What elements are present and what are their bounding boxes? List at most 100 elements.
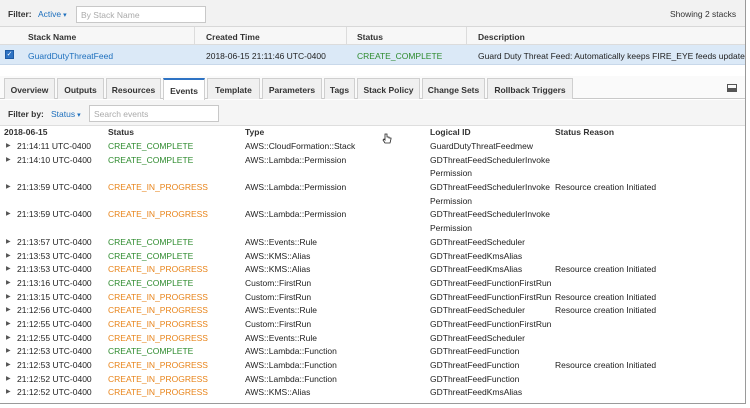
event-time: 21:13:59 UTC-0400 [17, 209, 92, 220]
col-stack-name[interactable]: Stack Name [28, 32, 76, 42]
tab-change-sets[interactable]: Change Sets [422, 78, 485, 99]
events-col-type: Type [245, 127, 265, 137]
expand-arrow-icon[interactable]: ▶ [6, 236, 11, 250]
event-row[interactable]: ▶ 21:13:57 UTC-0400 CREATE_COMPLETE AWS::Ev… [0, 236, 745, 250]
expand-arrow-icon[interactable]: ▶ [6, 250, 11, 264]
event-type: AWS::CloudFormation::Stack [245, 141, 356, 151]
event-status: CREATE_COMPLETE [108, 400, 193, 403]
event-type: AWS::KMS::Alias [245, 264, 311, 275]
tab-outputs[interactable]: Outputs [57, 78, 104, 99]
expand-arrow-icon[interactable]: ▶ [6, 304, 11, 318]
event-time: 21:12:52 UTC-0400 [17, 373, 92, 384]
event-row[interactable]: ▶ 21:12:53 UTC-0400 CREATE_IN_PROGRESS AWS:… [0, 359, 745, 373]
col-created-time[interactable]: Created Time [206, 32, 260, 42]
event-status: CREATE_IN_PROGRESS [108, 373, 208, 384]
event-logical-id-line2: Permission [430, 168, 473, 179]
expand-arrow-icon[interactable]: ▶ [6, 332, 11, 346]
event-row[interactable]: ▶ 21:12:55 UTC-0400 CREATE_IN_PROGRESS AWS:… [0, 332, 745, 346]
event-logical-id: GuardDutyThreatFeedmew [430, 141, 533, 151]
event-type: Custom::FirstRun [245, 291, 312, 302]
expand-arrow-icon[interactable]: ▶ [6, 291, 11, 305]
expand-arrow-icon[interactable]: ▶ [6, 277, 11, 291]
tab-template[interactable]: Template [207, 78, 260, 99]
event-status-reason: Resource creation Initiated [555, 291, 657, 302]
event-time: 21:12:55 UTC-0400 [17, 318, 92, 329]
expand-arrow-icon[interactable]: ▶ [6, 373, 11, 387]
event-row[interactable]: ▶ 21:12:52 UTC-0400 CREATE_COMPLETE AWS::KM… [0, 400, 745, 403]
stack-name-link[interactable]: GuardDutyThreatFeed [28, 51, 113, 61]
event-logical-id: GDThreatFeedSchedulerInvoke [430, 154, 551, 165]
expand-arrow-icon[interactable]: ▶ [6, 400, 11, 403]
expand-arrow-icon[interactable]: ▶ [6, 140, 11, 154]
expand-arrow-icon[interactable]: ▶ [6, 318, 11, 332]
event-type: AWS::Lambda::Permission [245, 182, 347, 193]
stack-created-time: 2018-06-15 21:11:46 UTC-0400 [206, 51, 326, 61]
tab-stack-policy[interactable]: Stack Policy [357, 78, 420, 99]
tab-events[interactable]: Events [163, 78, 205, 100]
event-row[interactable]: ▶ 21:12:52 UTC-0400 CREATE_IN_PROGRESS AWS:… [0, 386, 745, 400]
event-logical-id: GDThreatFeedScheduler [430, 236, 525, 247]
event-row[interactable]: ▶ 21:13:59 UTC-0400 CREATE_IN_PROGRESS AWS:… [0, 181, 745, 208]
event-time: 21:12:55 UTC-0400 [17, 332, 92, 343]
expand-arrow-icon[interactable]: ▶ [6, 359, 11, 373]
tab-rollback-triggers[interactable]: Rollback Triggers [487, 78, 573, 99]
tab-tags[interactable]: Tags [324, 78, 355, 99]
expand-arrow-icon[interactable]: ▶ [6, 345, 11, 359]
event-status: CREATE_IN_PROGRESS [108, 360, 208, 371]
events-col-logical-id: Logical ID [430, 127, 471, 137]
event-status: CREATE_IN_PROGRESS [108, 182, 208, 193]
events-col-status: Status [108, 127, 134, 137]
events-search-input[interactable] [89, 105, 219, 122]
col-description[interactable]: Description [478, 32, 525, 42]
stack-row-selected[interactable]: ✓ GuardDutyThreatFeed 2018-06-15 21:11:4… [0, 45, 745, 65]
panel-toggle-icon[interactable] [727, 84, 737, 92]
expand-arrow-icon[interactable]: ▶ [6, 263, 11, 277]
status-filter-dropdown[interactable]: Status ▾ [51, 109, 81, 119]
active-filter-dropdown[interactable]: Active ▾ [38, 9, 67, 19]
event-row[interactable]: ▶ 21:14:11 UTC-0400 CREATE_COMPLETE AWS::Cl… [0, 140, 745, 154]
caret-down-icon: ▾ [63, 12, 67, 19]
row-checkbox[interactable]: ✓ [5, 50, 14, 59]
event-row[interactable]: ▶ 21:14:10 UTC-0400 CREATE_COMPLETE AWS::La… [0, 154, 745, 181]
event-row[interactable]: ▶ 21:13:16 UTC-0400 CREATE_COMPLETE Custom:… [0, 277, 745, 291]
event-row[interactable]: ▶ 21:13:59 UTC-0400 CREATE_IN_PROGRESS AWS:… [0, 208, 745, 235]
cloudformation-console: Filter: Active▾ Showing 2 stacks Stack N… [0, 0, 746, 404]
col-status[interactable]: Status [357, 32, 383, 42]
events-table-header: 2018-06-15 Status Type Logical ID Status… [0, 127, 745, 140]
event-status: CREATE_IN_PROGRESS [108, 209, 208, 220]
tab-resources[interactable]: Resources [106, 78, 161, 99]
event-logical-id: GDThreatFeedKms [430, 400, 504, 403]
event-logical-id: GDThreatFeedFunction [430, 346, 520, 357]
tab-parameters[interactable]: Parameters [262, 78, 322, 99]
event-type: AWS::KMS::Alias [245, 387, 311, 398]
event-status: CREATE_COMPLETE [108, 154, 194, 165]
event-row[interactable]: ▶ 21:12:55 UTC-0400 CREATE_IN_PROGRESS Cust… [0, 318, 745, 332]
event-type: AWS::KMS::Alias [245, 250, 311, 261]
event-row[interactable]: ▶ 21:12:56 UTC-0400 CREATE_IN_PROGRESS AWS:… [0, 304, 745, 318]
event-row[interactable]: ▶ 21:13:53 UTC-0400 CREATE_COMPLETE AWS::KM… [0, 250, 745, 264]
event-time: 21:12:52 UTC-0400 [17, 387, 92, 398]
expand-arrow-icon[interactable]: ▶ [6, 181, 11, 195]
events-col-status-reason: Status Reason [555, 127, 615, 137]
event-row[interactable]: ▶ 21:13:53 UTC-0400 CREATE_IN_PROGRESS AWS:… [0, 263, 745, 277]
event-time: 21:13:15 UTC-0400 [17, 291, 92, 302]
event-time: 21:13:53 UTC-0400 [17, 264, 92, 275]
tab-overview[interactable]: Overview [4, 78, 55, 99]
event-type: AWS::Lambda::Function [245, 346, 337, 357]
event-row[interactable]: ▶ 21:12:53 UTC-0400 CREATE_COMPLETE AWS::La… [0, 345, 745, 359]
event-type: AWS::Lambda::Function [245, 373, 337, 384]
expand-arrow-icon[interactable]: ▶ [6, 154, 11, 168]
events-filter-bar: Filter by: Status ▾ [0, 100, 745, 126]
expand-arrow-icon[interactable]: ▶ [6, 386, 11, 400]
event-type: AWS::Lambda::Permission [245, 154, 347, 165]
event-row[interactable]: ▶ 21:12:52 UTC-0400 CREATE_IN_PROGRESS AWS:… [0, 373, 745, 387]
event-logical-id-line2: Permission [430, 195, 473, 206]
stack-name-search-input[interactable] [76, 6, 206, 23]
event-row[interactable]: ▶ 21:13:15 UTC-0400 CREATE_IN_PROGRESS Cust… [0, 291, 745, 305]
expand-arrow-icon[interactable]: ▶ [6, 208, 11, 222]
event-type: AWS::Events::Rule [245, 236, 317, 247]
event-logical-id: GDThreatFeedKmsAlias [430, 250, 523, 261]
stack-detail-tabs: Overview Outputs Resources Events Templa… [0, 76, 745, 100]
event-status: CREATE_IN_PROGRESS [108, 332, 208, 343]
event-type: AWS::KMS::Key [245, 400, 307, 403]
